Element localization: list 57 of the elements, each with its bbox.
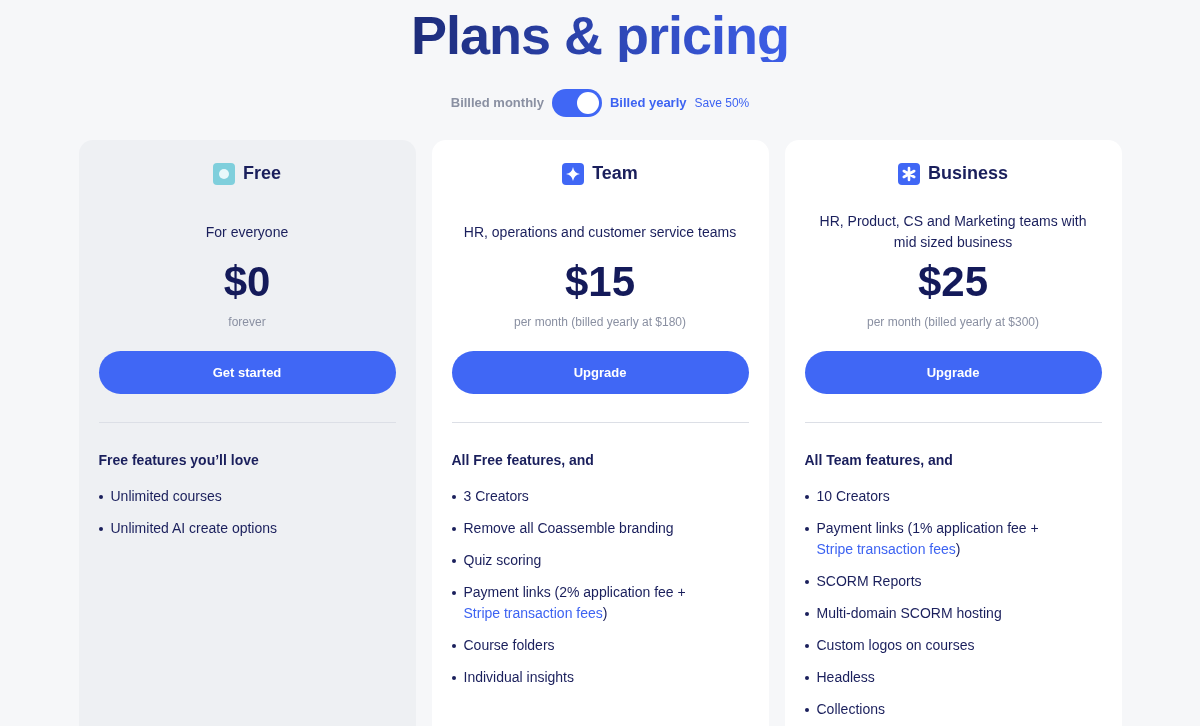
plan-icon [213, 162, 235, 185]
plan-name: Free [243, 162, 281, 185]
bullet-icon [804, 676, 809, 680]
feature-item: Payment links (1% application fee + Stripe transaction fees) [816, 519, 1040, 559]
plan-price: $25 [917, 258, 989, 305]
bullet-icon [98, 527, 103, 531]
bullet-icon [451, 644, 456, 648]
feature-item: Unlimited AI create options [110, 519, 278, 538]
link[interactable]: Stripe transaction fees [816, 541, 956, 557]
sparkle-icon [562, 162, 585, 185]
asterisk-icon [897, 162, 920, 185]
feature-item: Individual insights [463, 668, 574, 687]
features-heading: Free features you’ll love [98, 452, 259, 468]
feature-item: Collections [816, 700, 885, 719]
feature-item: 3 Creators [463, 487, 529, 506]
bullet-icon [804, 644, 809, 648]
bullet-icon [804, 495, 809, 499]
billing-toggle[interactable] [551, 89, 602, 117]
billing-option-label[interactable]: Billed yearly [609, 93, 687, 113]
plan-price: $0 [223, 258, 271, 305]
discount-note: Save 50% [694, 95, 750, 112]
feature-item: SCORM Reports [816, 572, 922, 591]
get-started-button[interactable]: Get started [98, 351, 396, 394]
price-period: forever [228, 315, 266, 329]
plan-name: Business [927, 162, 1008, 185]
upgrade-button[interactable]: Upgrade [451, 351, 749, 394]
feature-item: Unlimited courses [110, 487, 222, 506]
feature-item: Remove all Coassemble branding [463, 519, 674, 538]
feature-item: Multi-domain SCORM hosting [816, 604, 1002, 623]
feature-item: Quiz scoring [463, 551, 542, 570]
link[interactable]: Stripe transaction fees [463, 605, 603, 621]
bullet-icon [451, 591, 456, 595]
bullet-icon [451, 527, 456, 531]
billing-option-label[interactable]: Billled monthly [450, 93, 544, 113]
price-period: per month (billed yearly at $180) [513, 315, 687, 329]
bullet-icon [98, 495, 103, 499]
plan-name: Team [592, 162, 638, 185]
bullet-icon [804, 580, 809, 584]
price-period: per month (billed yearly at $300) [866, 315, 1040, 329]
feature-item: Payment links (2% application fee + Stripe transaction fees) [463, 583, 687, 623]
bullet-icon [451, 559, 456, 563]
bullet-icon [804, 612, 809, 616]
plan-price: $15 [564, 258, 636, 305]
upgrade-button[interactable]: Upgrade [804, 351, 1102, 394]
features-heading: All Free features, and [451, 452, 594, 468]
bullet-icon [804, 708, 809, 712]
plan-description: HR, Product, CS and Marketing teams with mid sized business [818, 212, 1088, 252]
bullet-icon [451, 676, 456, 680]
feature-item: 10 Creators [816, 487, 890, 506]
bullet-icon [804, 527, 809, 531]
feature-item: Custom logos on courses [816, 636, 975, 655]
feature-item: Course folders [463, 636, 555, 655]
plan-description: HR, operations and customer service teams [463, 222, 737, 242]
feature-item: Headless [816, 668, 875, 687]
features-heading: All Team features, and [804, 452, 953, 468]
bullet-icon [451, 495, 456, 499]
plan-description: For everyone [205, 222, 289, 242]
